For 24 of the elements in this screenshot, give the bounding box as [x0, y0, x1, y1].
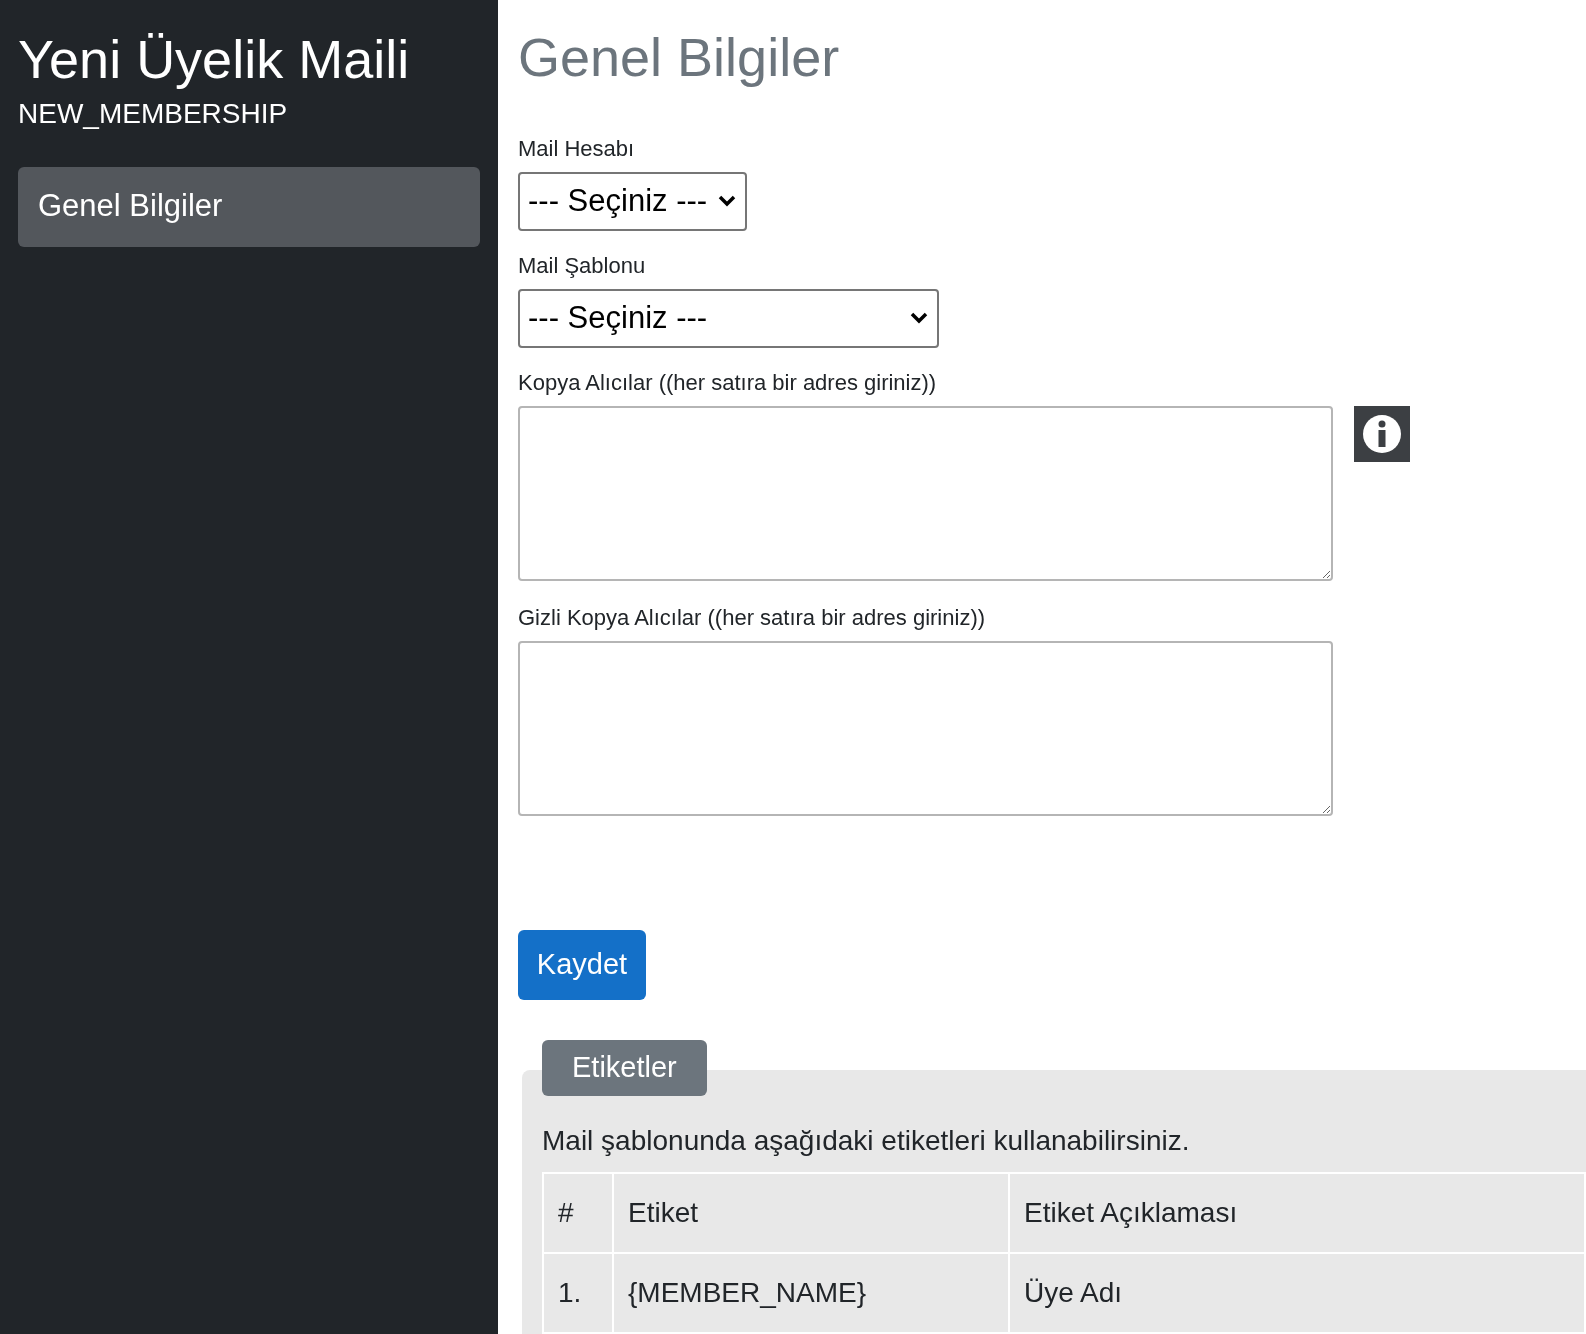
chevron-down-icon — [717, 194, 737, 208]
chevron-down-icon — [909, 311, 929, 325]
textarea-field[interactable] — [518, 640, 1333, 816]
select-field[interactable]: --- Seçiniz --- — [518, 171, 747, 231]
field-label: Kopya Alıcılar ((her satıra bir adres giriniz)) — [518, 371, 937, 394]
column-header: Etiket Açıklaması — [1009, 1173, 1585, 1253]
field-label: Gizli Kopya Alıcılar ((her satıra bir adres giriniz)) — [518, 606, 986, 629]
column-header: # — [543, 1173, 613, 1253]
template-code: NEW_MEMBERSHIP — [18, 96, 288, 131]
field-label: Mail Şablonu — [518, 254, 646, 277]
info-icon[interactable] — [1354, 405, 1410, 462]
table-cell: 1. — [543, 1253, 613, 1333]
save-button[interactable]: Kaydet — [518, 929, 646, 1000]
tags-intro: Mail şablonunda aşağıdaki etiketleri kullanabilirsiniz. — [542, 1124, 1190, 1158]
column-header: Etiket — [613, 1173, 1009, 1253]
sidebar-item[interactable]: Genel Bilgiler — [18, 166, 480, 247]
field-label: Mail Hesabı — [518, 137, 635, 160]
textarea-field[interactable] — [518, 405, 1333, 581]
section-heading: Genel Bilgiler — [518, 26, 840, 89]
select-field[interactable]: --- Seçiniz --- — [518, 288, 939, 348]
table-cell: {MEMBER_NAME} — [613, 1253, 1009, 1333]
table-cell: Üye Adı — [1009, 1253, 1585, 1333]
tab[interactable]: Etiketler — [542, 1040, 707, 1096]
page-title: Yeni Üyelik Maili — [18, 28, 410, 91]
